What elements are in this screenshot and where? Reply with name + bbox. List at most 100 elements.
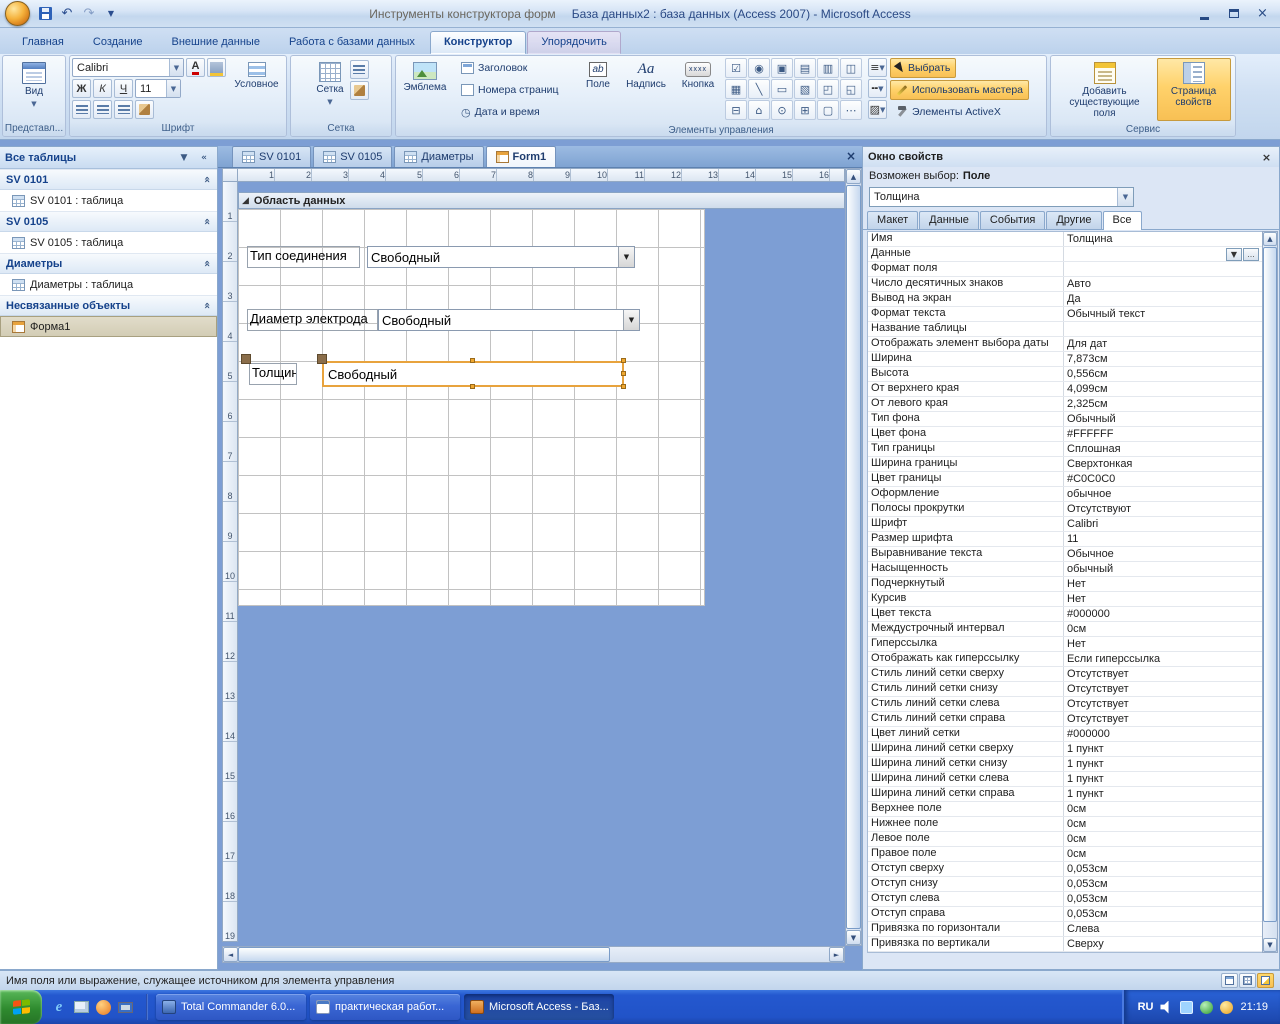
add-existing-fields-button[interactable]: Добавить существующие поля <box>1056 58 1154 121</box>
antivirus-icon[interactable] <box>1200 1000 1214 1014</box>
navigation-pane-header[interactable]: Все таблицы ▼ « <box>0 147 217 169</box>
ribbon-tab[interactable]: Работа с базами данных <box>275 31 429 54</box>
bold-button[interactable]: Ж <box>72 79 91 98</box>
property-row[interactable]: Курсив Нет ▼ … <box>868 592 1262 607</box>
property-value[interactable]: 0,053см ▼ … <box>1064 877 1262 891</box>
property-row[interactable]: Ширина границы Сверхтонкая ▼ … <box>868 457 1262 472</box>
unbound-object-frame-icon[interactable]: ◱ <box>840 79 862 99</box>
document-tab[interactable]: Диаметры <box>394 146 484 167</box>
select-button[interactable]: Выбрать <box>890 58 957 78</box>
property-value[interactable]: 4,099см ▼ … <box>1064 382 1262 396</box>
dropdown-arrow-icon[interactable]: ▼ <box>618 247 634 267</box>
property-value[interactable]: Обычное ▼ … <box>1064 547 1262 561</box>
property-row[interactable]: Стиль линий сетки слева Отсутствует ▼ … <box>868 697 1262 712</box>
property-row[interactable]: Ширина линий сетки слева 1 пункт ▼ … <box>868 772 1262 787</box>
property-row[interactable]: Левое поле 0см ▼ … <box>868 832 1262 847</box>
datasheet-view-button[interactable] <box>1239 973 1256 988</box>
sidebar-row[interactable]: SV 0105 : таблица « <box>0 232 217 253</box>
property-value[interactable]: 0,556см ▼ … <box>1064 367 1262 381</box>
font-name-combo[interactable]: Calibri ▼ <box>72 58 184 77</box>
ruler-corner[interactable] <box>222 168 238 182</box>
combo-box-icon[interactable]: ▤ <box>794 58 816 78</box>
undo-button[interactable]: ↶ <box>57 4 77 24</box>
scrollbar-thumb[interactable] <box>238 947 610 962</box>
property-value[interactable]: Сплошная ▼ … <box>1064 442 1262 456</box>
horizontal-ruler[interactable]: 1 2 3 4 5 6 7 8 9 10 11 12 13 14 15 16 <box>238 168 845 182</box>
document-tab[interactable]: Form1 <box>485 146 557 167</box>
scroll-up-icon[interactable]: ▲ <box>846 169 861 184</box>
form-title-button[interactable]: Заголовок <box>455 58 533 78</box>
property-row[interactable]: Цвет границы #C0C0C0 ▼ … <box>868 472 1262 487</box>
property-value[interactable]: 1 пункт ▼ … <box>1064 772 1262 786</box>
sidebar-row[interactable]: Форма1 « <box>0 316 217 337</box>
office-button[interactable] <box>5 1 30 26</box>
close-document-button[interactable]: × <box>843 148 859 164</box>
option-button-icon[interactable]: ◉ <box>748 58 770 78</box>
sidebar-row[interactable]: SV 0101 : таблица « <box>0 190 217 211</box>
label-thickness[interactable]: Толщин <box>249 363 297 385</box>
collapse-chevron-icon[interactable]: « <box>201 260 214 267</box>
ribbon-tab[interactable]: Создание <box>79 31 157 54</box>
my-computer-icon[interactable] <box>116 998 134 1016</box>
dropdown-arrow-icon[interactable]: ▼ <box>623 310 639 330</box>
sidebar-row[interactable]: SV 0105 « <box>0 211 217 232</box>
property-row[interactable]: Гиперссылка Нет ▼ … <box>868 637 1262 652</box>
property-value[interactable]: #000000 ▼ … <box>1064 607 1262 621</box>
image-icon[interactable]: ▧ <box>794 79 816 99</box>
property-value[interactable]: Если гиперссылка ▼ … <box>1064 652 1262 666</box>
date-time-button[interactable]: ◷ Дата и время <box>455 102 546 122</box>
property-row[interactable]: Выравнивание текста Обычное ▼ … <box>868 547 1262 562</box>
vertical-ruler[interactable]: 1 2 3 4 5 6 7 8 9 10 11 12 13 14 15 16 17 18 19 <box>222 182 238 942</box>
form-view-button[interactable] <box>1221 973 1238 988</box>
line-icon[interactable]: ╲ <box>748 79 770 99</box>
property-row[interactable]: Отображать элемент выбора даты Для дат ▼… <box>868 337 1262 352</box>
property-row[interactable]: Число десятичных знаков Авто ▼ … <box>868 277 1262 292</box>
scroll-down-icon[interactable]: ▼ <box>1263 938 1277 952</box>
property-value[interactable]: #C0C0C0 ▼ … <box>1064 472 1262 486</box>
property-sheet-button[interactable]: Страница свойств <box>1156 58 1231 121</box>
special-effect-button[interactable]: ▨ ▼ <box>868 100 887 119</box>
property-value[interactable]: 2,325см ▼ … <box>1064 397 1262 411</box>
attachment-icon[interactable]: ⊙ <box>771 100 793 120</box>
property-value[interactable]: Обычный текст ▼ … <box>1064 307 1262 321</box>
property-row[interactable]: Подчеркнутый Нет ▼ … <box>868 577 1262 592</box>
property-row[interactable]: Оформление обычное ▼ … <box>868 487 1262 502</box>
property-value[interactable]: 0см ▼ … <box>1064 622 1262 636</box>
property-row[interactable]: Отображать как гиперссылку Если гиперссы… <box>868 652 1262 667</box>
property-row[interactable]: Привязка по горизонтали Слева ▼ … <box>868 922 1262 937</box>
property-row[interactable]: Цвет фона #FFFFFF ▼ … <box>868 427 1262 442</box>
line-style-button[interactable]: ╍ ▼ <box>868 79 887 98</box>
property-value[interactable]: обычный ▼ … <box>1064 562 1262 576</box>
start-button[interactable] <box>0 990 42 1024</box>
property-value[interactable]: 0см ▼ … <box>1064 802 1262 816</box>
fill-color-button[interactable] <box>207 58 226 77</box>
property-scrollbar[interactable]: ▲ ▼ <box>1262 231 1278 953</box>
option-group-icon[interactable]: ▢ <box>817 100 839 120</box>
collapse-chevron-icon[interactable]: « <box>201 176 214 183</box>
property-row[interactable]: Полосы прокрутки Отсутствуют ▼ … <box>868 502 1262 517</box>
property-value[interactable]: 0см ▼ … <box>1064 817 1262 831</box>
view-button[interactable]: Вид ▼ <box>19 58 49 120</box>
property-value[interactable]: 11 ▼ … <box>1064 532 1262 546</box>
combo-electrode-diameter[interactable]: Свободный ▼ <box>378 309 640 331</box>
font-size-combo[interactable]: 11 ▼ <box>135 79 181 98</box>
bound-object-frame-icon[interactable]: ◰ <box>817 79 839 99</box>
align-left-button[interactable] <box>72 100 91 119</box>
save-button[interactable] <box>35 4 55 24</box>
align-center-button[interactable] <box>93 100 112 119</box>
property-row[interactable]: Размер шрифта 11 ▼ … <box>868 532 1262 547</box>
messenger-icon[interactable] <box>1220 1000 1234 1014</box>
property-value[interactable]: ▼ … <box>1064 247 1262 261</box>
font-color-button[interactable]: А <box>186 58 205 77</box>
hyperlink-icon[interactable]: ⌂ <box>748 100 770 120</box>
use-wizards-button[interactable]: Использовать мастера <box>890 80 1030 100</box>
redo-button[interactable]: ↷ <box>79 4 99 24</box>
underline-button[interactable]: Ч <box>114 79 133 98</box>
move-handle[interactable] <box>241 354 251 364</box>
property-row[interactable]: Цвет линий сетки #000000 ▼ … <box>868 727 1262 742</box>
qat-customize-button[interactable]: ▼ <box>101 4 121 24</box>
property-value[interactable]: Да ▼ … <box>1064 292 1262 306</box>
property-row[interactable]: Тип фона Обычный ▼ … <box>868 412 1262 427</box>
property-row[interactable]: Стиль линий сетки справа Отсутствует ▼ … <box>868 712 1262 727</box>
property-value[interactable]: 1 пункт ▼ … <box>1064 787 1262 801</box>
